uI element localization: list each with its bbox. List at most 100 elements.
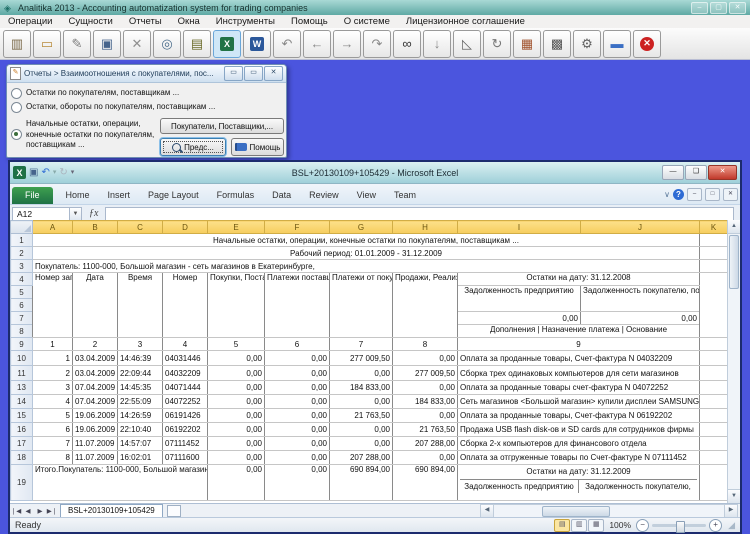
cell[interactable]: 0,00 xyxy=(330,423,393,437)
cell[interactable]: 0,00 xyxy=(265,351,330,366)
help-button[interactable]: Помощь xyxy=(231,138,284,156)
cell[interactable]: 1 xyxy=(33,351,73,366)
scroll-up-icon[interactable]: ▲ xyxy=(728,220,740,234)
cell[interactable]: 9 xyxy=(458,338,700,351)
collapse-ribbon-icon[interactable]: ∨ xyxy=(664,190,670,199)
excel-close-icon[interactable]: ✕ xyxy=(708,165,737,180)
export-excel-button[interactable]: X xyxy=(213,30,241,58)
row-header-7[interactable]: 7 xyxy=(11,312,33,325)
column-header-C[interactable]: C xyxy=(118,221,163,234)
cell[interactable]: 0,00 xyxy=(458,312,581,325)
grid-settings-button[interactable]: ▦ xyxy=(513,30,541,58)
find-button[interactable]: ∞ xyxy=(393,30,421,58)
save-button[interactable]: ▣ xyxy=(93,30,121,58)
cell[interactable] xyxy=(700,465,728,501)
normal-view-button[interactable]: ▤ xyxy=(554,519,570,532)
row-header-1[interactable]: 1 xyxy=(11,234,33,247)
preview-button[interactable]: Предс... xyxy=(160,138,226,156)
row-header-18[interactable]: 18 xyxy=(11,451,33,465)
dialog-close-icon[interactable]: ✕ xyxy=(264,66,283,81)
menu-item-operations[interactable]: Операции xyxy=(0,15,60,28)
cell[interactable]: 07.04.2009 xyxy=(73,381,118,395)
excel-logo-icon[interactable]: X xyxy=(13,166,26,179)
cell[interactable]: 14:26:59 xyxy=(118,409,163,423)
cell[interactable]: 04072252 xyxy=(163,395,208,409)
cell[interactable]: 184 833,00 xyxy=(330,381,393,395)
cell[interactable]: 22:09:44 xyxy=(118,366,163,381)
cell[interactable]: 0,00 xyxy=(330,437,393,451)
cell[interactable]: 7 xyxy=(330,338,393,351)
dialog-titlebar[interactable]: ✎ Отчеты > Взаимоотношения с покупателям… xyxy=(7,65,286,83)
zoom-slider[interactable] xyxy=(652,524,706,527)
calculator-button[interactable]: ▩ xyxy=(543,30,571,58)
delete-button[interactable]: ✕ xyxy=(123,30,151,58)
cell[interactable]: 6 xyxy=(265,338,330,351)
cell[interactable] xyxy=(700,247,728,260)
radio-option-balances[interactable]: Остатки по покупателям, поставщикам ... xyxy=(11,88,283,99)
scroll-left-icon[interactable]: ◀ xyxy=(480,504,494,518)
cell[interactable]: 0,00 xyxy=(393,351,458,366)
cell[interactable]: 19.06.2009 xyxy=(73,423,118,437)
cell[interactable]: 11.07.2009 xyxy=(73,451,118,465)
ribbon-tab-data[interactable]: Data xyxy=(263,187,300,204)
cell[interactable]: 04031446 xyxy=(163,351,208,366)
row-header-15[interactable]: 15 xyxy=(11,409,33,423)
cell[interactable]: 277 009,50 xyxy=(393,366,458,381)
cell[interactable]: 0,00 xyxy=(393,381,458,395)
cell[interactable]: Сеть магазинов <Большой магазин> купили … xyxy=(458,395,700,409)
insert-function-icon[interactable]: ƒx xyxy=(82,208,105,219)
cell[interactable]: 22:10:40 xyxy=(118,423,163,437)
menu-item-tools[interactable]: Инструменты xyxy=(208,15,283,28)
row-header-2[interactable]: 2 xyxy=(11,247,33,260)
cell[interactable]: 11.07.2009 xyxy=(73,437,118,451)
cell[interactable]: 0,00 xyxy=(581,312,700,325)
cell[interactable]: Покупки, Поставки xyxy=(208,273,265,338)
print-button[interactable]: ▤ xyxy=(183,30,211,58)
row-header-10[interactable]: 10 xyxy=(11,351,33,366)
refresh-button[interactable]: ↻ xyxy=(483,30,511,58)
row-header-11[interactable]: 11 xyxy=(11,366,33,381)
insert-worksheet-icon[interactable] xyxy=(167,505,181,517)
service-button[interactable]: ⚙ xyxy=(573,30,601,58)
column-header-D[interactable]: D xyxy=(163,221,208,234)
cell[interactable]: 0,00 xyxy=(265,451,330,465)
row-header-14[interactable]: 14 xyxy=(11,395,33,409)
cell[interactable]: 0,00 xyxy=(208,465,265,501)
excel-minimize-icon[interactable]: — xyxy=(662,165,684,180)
cell[interactable]: 7 xyxy=(33,437,73,451)
row-header-6[interactable]: 6 xyxy=(11,299,33,312)
last-sheet-icon[interactable]: ▶❘ xyxy=(46,507,58,515)
exit-button[interactable]: ✕ xyxy=(633,30,661,58)
workbook-minimize-icon[interactable]: – xyxy=(687,188,702,201)
scroll-down-icon[interactable]: ▼ xyxy=(728,489,740,503)
prev-sheet-icon[interactable]: ◀ xyxy=(22,507,34,515)
ribbon-tab-review[interactable]: Review xyxy=(300,187,348,204)
column-header-J[interactable]: J xyxy=(581,221,700,234)
cell[interactable]: 0,00 xyxy=(208,366,265,381)
scroll-right-icon[interactable]: ▶ xyxy=(724,504,738,518)
cell[interactable]: Остатки на дату: 31.12.2008 xyxy=(458,273,700,286)
cell[interactable]: Оплата за проданные товары счет-фактура … xyxy=(458,381,700,395)
open-folder-button[interactable]: ▭ xyxy=(33,30,61,58)
cell[interactable]: Итого.Покупатель: 1100-000, Большой мага… xyxy=(33,465,208,501)
cell[interactable]: 03.04.2009 xyxy=(73,366,118,381)
dialog-maximize-icon[interactable]: ▭ xyxy=(244,66,263,81)
dialog-minimize-icon[interactable]: ▭ xyxy=(224,66,243,81)
cell[interactable]: 0,00 xyxy=(208,437,265,451)
cell[interactable]: 207 288,00 xyxy=(393,437,458,451)
cell[interactable]: 5 xyxy=(33,409,73,423)
menu-item-entities[interactable]: Сущности xyxy=(60,15,120,28)
export-word-button[interactable]: W xyxy=(243,30,271,58)
name-box-dropdown-icon[interactable]: ▼ xyxy=(70,207,82,221)
cell[interactable]: 0,00 xyxy=(393,409,458,423)
preview-button[interactable]: ◎ xyxy=(153,30,181,58)
cell[interactable]: 21 763,50 xyxy=(393,423,458,437)
workbook-restore-icon[interactable]: □ xyxy=(705,188,720,201)
cell[interactable]: 4 xyxy=(33,395,73,409)
qat-save-icon[interactable]: ▣ xyxy=(29,166,38,179)
ribbon-tab-file[interactable]: File xyxy=(12,187,53,204)
select-all-corner[interactable] xyxy=(11,221,33,234)
next-sheet-icon[interactable]: ▶ xyxy=(34,507,46,515)
column-header-F[interactable]: F xyxy=(265,221,330,234)
menu-item-license[interactable]: Лицензионное соглашение xyxy=(398,15,533,28)
